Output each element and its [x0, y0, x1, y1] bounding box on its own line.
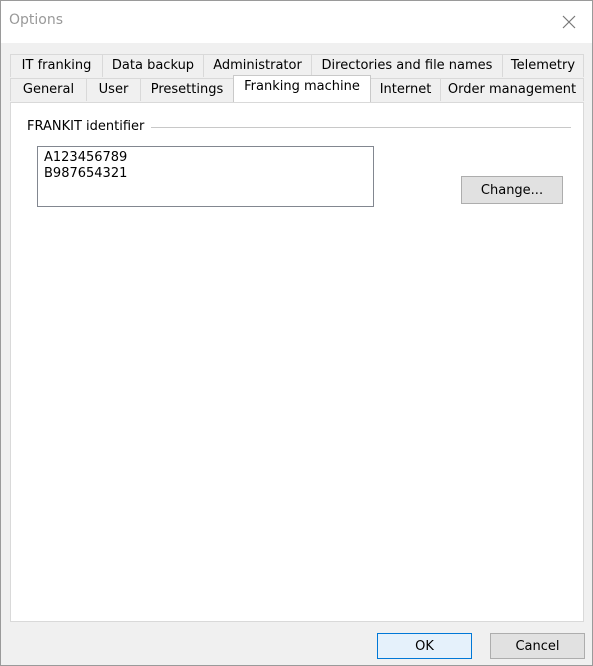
tab-administrator[interactable]: Administrator: [203, 54, 312, 77]
group-divider: [151, 127, 571, 128]
frankit-identifier-list[interactable]: A123456789 B987654321: [37, 146, 374, 207]
frankit-identifier-label: FRANKIT identifier: [27, 119, 149, 134]
tab-presettings[interactable]: Presettings: [140, 78, 234, 101]
tab-user[interactable]: User: [86, 78, 141, 101]
close-button[interactable]: [546, 1, 592, 43]
list-item[interactable]: A123456789: [44, 150, 367, 166]
window-title: Options: [9, 12, 64, 28]
close-icon: [562, 15, 576, 29]
ok-button[interactable]: OK: [377, 633, 472, 659]
cancel-button[interactable]: Cancel: [490, 633, 585, 659]
tab-order-management[interactable]: Order management: [440, 78, 584, 101]
list-item[interactable]: B987654321: [44, 166, 367, 182]
tab-franking-machine[interactable]: Franking machine: [233, 75, 371, 102]
tab-it-franking[interactable]: IT franking: [10, 54, 103, 77]
tab-internet[interactable]: Internet: [370, 78, 441, 101]
tab-telemetry[interactable]: Telemetry: [502, 54, 584, 77]
options-dialog: Options IT franking Data backup Administ…: [0, 0, 593, 666]
tab-directories-and-file-names[interactable]: Directories and file names: [311, 54, 503, 77]
tab-data-backup[interactable]: Data backup: [102, 54, 204, 77]
title-bar: Options: [1, 1, 592, 43]
tab-general[interactable]: General: [10, 78, 87, 101]
change-button[interactable]: Change...: [461, 176, 563, 204]
